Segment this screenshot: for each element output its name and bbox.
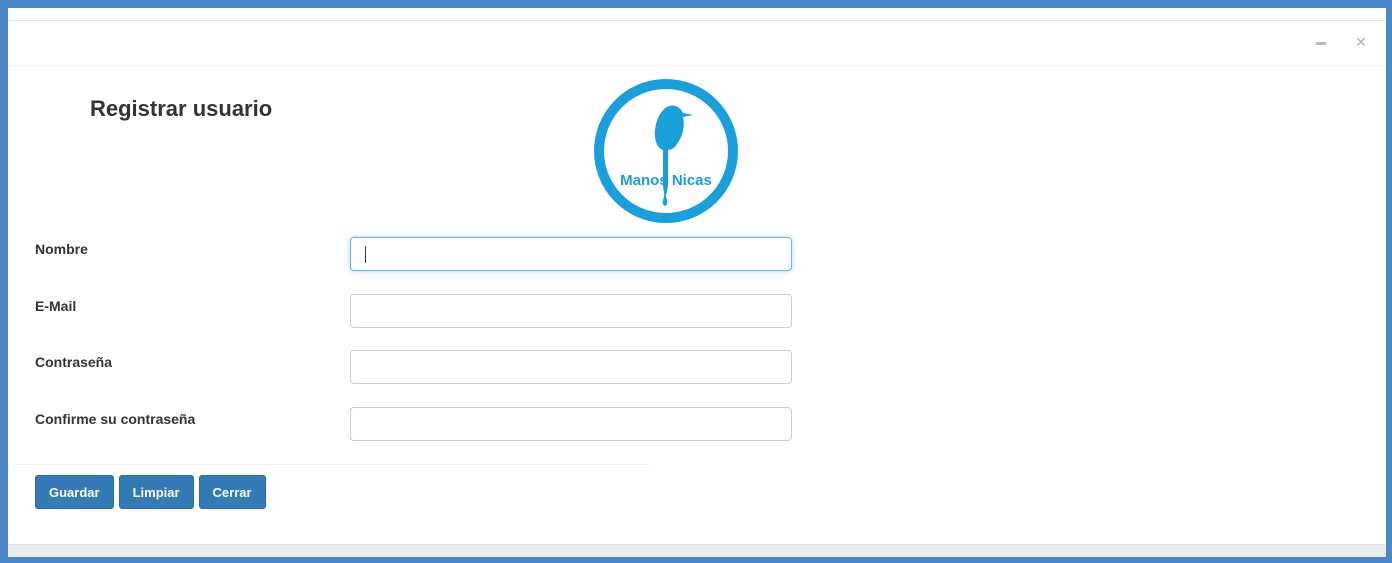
confirm-password-label: Confirme su contraseña (35, 411, 196, 427)
email-label: E-Mail (35, 298, 77, 314)
dialog-bottom-strip (8, 544, 1386, 557)
footer-divider (14, 464, 650, 465)
dialog-window: ✕ Registrar usuario Manos Nicas Nombre E… (0, 0, 1392, 563)
page-title: Registrar usuario (90, 96, 273, 121)
nombre-input[interactable] (350, 237, 792, 271)
action-buttons: Guardar Limpiar Cerrar (35, 475, 266, 509)
save-button[interactable]: Guardar (35, 475, 114, 509)
password-label: Contraseña (35, 354, 113, 370)
confirm-password-input[interactable] (350, 407, 792, 441)
clear-button[interactable]: Limpiar (118, 475, 194, 509)
window-top-strip (8, 8, 1386, 20)
form-row-contrasena: Contraseña (8, 350, 808, 386)
form-row-confirm: Confirme su contraseña (8, 407, 808, 443)
minimize-bar (1316, 41, 1326, 45)
close-icon[interactable]: ✕ (1354, 34, 1368, 50)
nombre-label: Nombre (35, 241, 88, 257)
close-button[interactable]: Cerrar (198, 475, 266, 509)
window-controls: ✕ (1314, 34, 1368, 50)
form-row-email: E-Mail (8, 294, 808, 330)
minimize-icon[interactable] (1314, 35, 1328, 49)
email-input[interactable] (350, 294, 792, 328)
password-input[interactable] (350, 350, 792, 384)
bird-tail-drop (662, 194, 668, 206)
dialog-header: ✕ (8, 20, 1386, 66)
text-caret (365, 246, 366, 263)
form-row-nombre: Nombre (8, 237, 808, 273)
manos-nicas-logo: Manos Nicas (594, 79, 738, 223)
logo-text: Manos Nicas (620, 172, 712, 189)
